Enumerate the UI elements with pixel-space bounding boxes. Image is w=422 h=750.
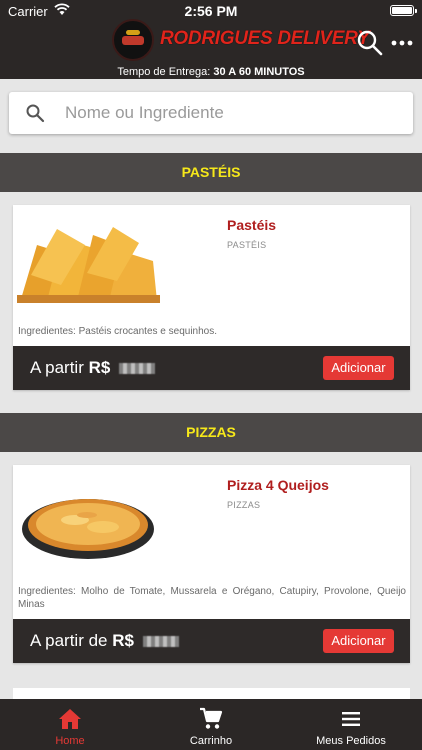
price-value-redacted — [119, 363, 156, 375]
tab-cart[interactable]: Carrinho — [141, 699, 281, 750]
search-icon — [26, 104, 45, 123]
product-ingredients: Ingredientes: Molho de Tomate, Mussarela… — [18, 586, 406, 610]
battery-icon — [390, 5, 417, 16]
product-price: A partir de R$ — [30, 631, 179, 651]
list-icon — [342, 712, 360, 726]
pasteis-image — [17, 215, 160, 303]
app-header: Carrier 2:56 PM RODRIGUES DELIVERY Tempo… — [0, 0, 422, 79]
product-card[interactable]: Pastéis PASTÉIS Ingredientes: Pastéis cr… — [13, 205, 410, 390]
product-category: PIZZAS — [227, 500, 261, 510]
tab-home[interactable]: Home — [0, 699, 140, 750]
product-category: PASTÉIS — [227, 240, 267, 250]
price-prefix: A partir de — [30, 631, 108, 650]
product-name: Pizza 4 Queijos — [227, 477, 329, 493]
delivery-time: 30 A 60 MINUTOS — [213, 66, 305, 78]
search-placeholder: Nome ou Ingrediente — [65, 103, 224, 122]
delivery-time-info: Tempo de Entrega: 30 A 60 MINUTOS — [0, 66, 422, 78]
tab-home-label: Home — [55, 735, 85, 747]
add-button[interactable]: Adicionar — [323, 629, 394, 653]
restaurant-logo — [112, 19, 154, 61]
cart-icon — [200, 707, 223, 729]
more-options-icon[interactable] — [390, 34, 414, 52]
add-button[interactable]: Adicionar — [323, 356, 394, 380]
product-footer: A partir de R$ Adicionar — [13, 619, 410, 663]
restaurant-name: RODRIGUES DELIVERY — [160, 28, 370, 49]
product-price: A partir R$ — [30, 358, 156, 378]
tab-orders[interactable]: Meus Pedidos — [281, 699, 421, 750]
category-header-pizzas: PIZZAS — [0, 413, 422, 452]
search-icon[interactable] — [356, 29, 384, 57]
product-name: Pastéis — [227, 217, 277, 233]
delivery-label: Tempo de Entrega: — [117, 66, 211, 78]
status-bar: Carrier 2:56 PM — [0, 0, 422, 22]
price-value-redacted — [142, 636, 179, 648]
product-footer: A partir R$ Adicionar — [13, 346, 410, 390]
product-card[interactable]: Pizza 4 Queijos PIZZAS Ingredientes: Mol… — [13, 465, 410, 663]
category-header-pasteis: PASTÉIS — [0, 153, 422, 192]
price-currency: R$ — [112, 631, 134, 650]
tab-cart-label: Carrinho — [189, 735, 233, 747]
price-currency: R$ — [88, 358, 111, 377]
home-icon — [59, 709, 81, 729]
search-input[interactable]: Nome ou Ingrediente — [9, 92, 413, 134]
status-time: 2:56 PM — [184, 3, 238, 19]
tab-orders-label: Meus Pedidos — [316, 735, 386, 747]
bottom-tab-bar: Home Carrinho Meus Pedidos — [0, 699, 422, 750]
product-ingredients: Ingredientes: Pastéis crocantes e sequin… — [18, 326, 218, 337]
price-prefix: A partir — [30, 358, 84, 377]
pizza-image — [17, 475, 160, 563]
